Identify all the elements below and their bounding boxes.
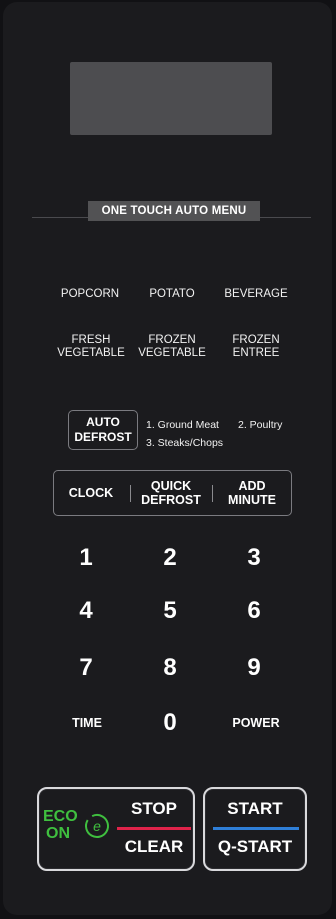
auto-defrost-button[interactable]: AUTO DEFROST xyxy=(68,410,138,450)
frozen-entree-line1: FROZEN xyxy=(232,334,280,346)
key-5[interactable]: 5 xyxy=(150,598,190,624)
stop-clear-button[interactable]: ECO ON e STOP CLEAR xyxy=(37,787,195,871)
key-9[interactable]: 9 xyxy=(234,655,274,681)
clock-button[interactable]: CLOCK xyxy=(54,471,128,515)
start-blue-line xyxy=(213,827,299,830)
key-3[interactable]: 3 xyxy=(234,545,274,571)
fresh-vegetable-button[interactable]: FRESH VEGETABLE xyxy=(52,334,130,360)
popcorn-button[interactable]: POPCORN xyxy=(54,288,126,301)
eco-leaf-icon: e xyxy=(85,814,109,838)
stop-red-line xyxy=(117,827,191,830)
lcd-display xyxy=(70,62,272,135)
auto-defrost-line2: DEFROST xyxy=(74,430,132,444)
fresh-vegetable-line2: VEGETABLE xyxy=(57,347,125,359)
svg-text:e: e xyxy=(93,818,101,834)
key-6[interactable]: 6 xyxy=(234,598,274,624)
key-4[interactable]: 4 xyxy=(66,598,106,624)
control-panel xyxy=(3,2,332,915)
frozen-vegetable-line1: FROZEN xyxy=(148,334,196,346)
clear-label: CLEAR xyxy=(124,837,184,856)
auto-defrost-line1: AUTO xyxy=(86,415,120,429)
quick-defrost-line1: QUICK xyxy=(150,479,192,493)
eco-label-line2: ON xyxy=(46,825,70,842)
function-row: CLOCK QUICK DEFROST ADD MINUTE xyxy=(53,470,292,516)
function-divider xyxy=(212,485,213,502)
defrost-option-ground-meat: 1. Ground Meat xyxy=(146,419,219,431)
fresh-vegetable-line1: FRESH xyxy=(71,334,111,346)
eco-label-line1: ECO xyxy=(43,808,78,825)
q-start-label: Q-START xyxy=(217,837,293,856)
add-minute-button[interactable]: ADD MINUTE xyxy=(214,471,290,515)
power-button[interactable]: POWER xyxy=(226,716,286,730)
start-button[interactable]: START Q-START xyxy=(203,787,307,871)
defrost-option-poultry: 2. Poultry xyxy=(238,419,283,431)
potato-button[interactable]: POTATO xyxy=(136,288,208,301)
quick-defrost-line2: DEFROST xyxy=(141,493,201,507)
frozen-vegetable-button[interactable]: FROZEN VEGETABLE xyxy=(133,334,211,360)
start-label: START xyxy=(227,799,283,818)
frozen-vegetable-line2: VEGETABLE xyxy=(138,347,206,359)
frozen-entree-line2: ENTREE xyxy=(232,347,280,359)
defrost-option-steaks-chops: 3. Steaks/Chops xyxy=(146,437,224,449)
key-8[interactable]: 8 xyxy=(150,655,190,681)
time-button[interactable]: TIME xyxy=(62,716,112,730)
key-0[interactable]: 0 xyxy=(150,710,190,736)
function-divider xyxy=(130,485,131,502)
key-1[interactable]: 1 xyxy=(66,545,106,571)
beverage-button[interactable]: BEVERAGE xyxy=(216,288,296,301)
quick-defrost-button[interactable]: QUICK DEFROST xyxy=(134,471,208,515)
key-2[interactable]: 2 xyxy=(150,545,190,571)
stop-label: STOP xyxy=(131,799,177,818)
add-minute-line2: MINUTE xyxy=(228,493,276,507)
auto-menu-title: ONE TOUCH AUTO MENU xyxy=(88,201,260,221)
add-minute-line1: ADD xyxy=(238,479,266,493)
key-7[interactable]: 7 xyxy=(66,655,106,681)
frozen-entree-button[interactable]: FROZEN ENTREE xyxy=(217,334,295,360)
